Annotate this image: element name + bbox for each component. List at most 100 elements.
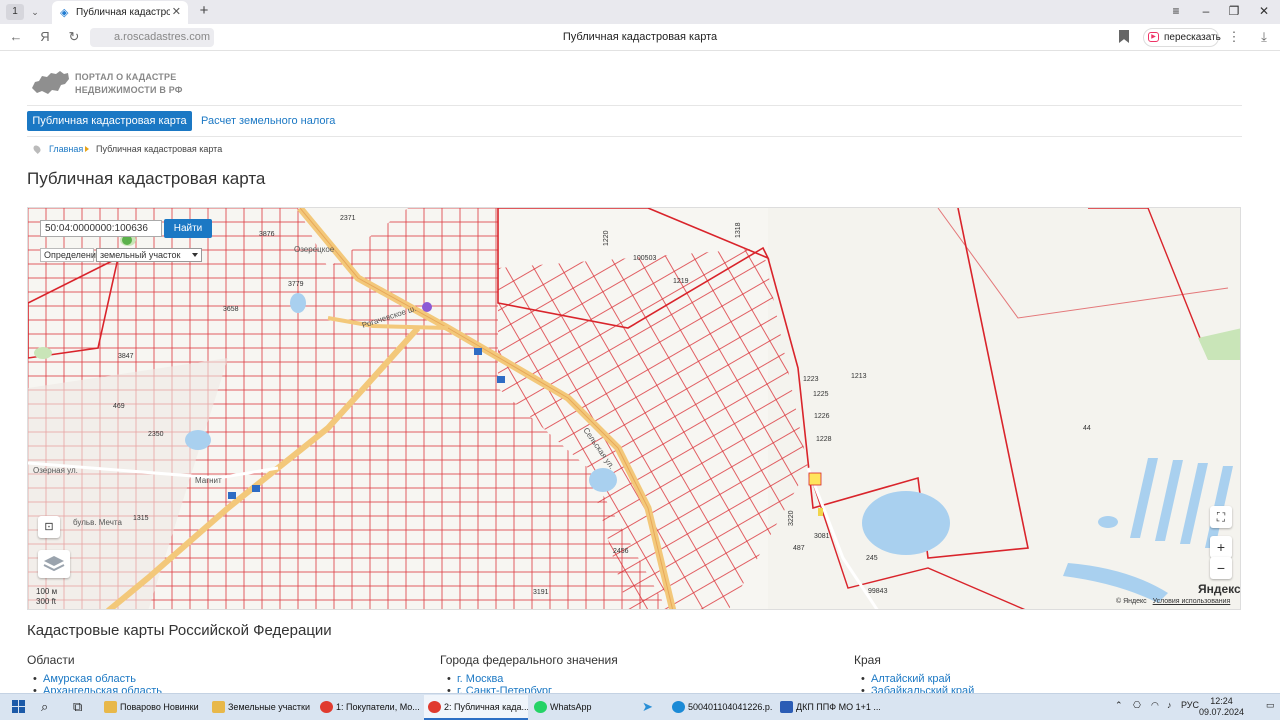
- parcel-label[interactable]: 1225: [813, 391, 829, 398]
- parcel-label[interactable]: 1318: [735, 222, 742, 238]
- taskbar-item-label: 1: Покупатели, Мо...: [336, 702, 420, 712]
- tab-count-badge[interactable]: 1: [6, 4, 24, 20]
- divider: [27, 136, 1242, 137]
- parcel-label[interactable]: 1226: [814, 413, 830, 420]
- zoom-in-button[interactable]: +: [1210, 536, 1232, 558]
- more-icon[interactable]: ⋮: [1226, 29, 1242, 45]
- download-icon[interactable]: ⤓: [1256, 29, 1272, 45]
- page-heading: Публичная кадастровая карта: [27, 169, 266, 188]
- telegram-icon[interactable]: ➤: [642, 699, 653, 715]
- parcel-label[interactable]: 3191: [533, 589, 549, 596]
- search-icon[interactable]: ⌕: [41, 699, 48, 715]
- retell-button[interactable]: пересказать: [1143, 28, 1221, 47]
- taskbar-item-label: Земельные участки: [228, 702, 311, 712]
- keyboard-language[interactable]: РУС: [1181, 700, 1199, 710]
- new-tab-button[interactable]: +: [195, 2, 213, 20]
- minimize-icon[interactable]: –: [1198, 4, 1214, 18]
- parcel-label[interactable]: 2371: [340, 215, 356, 222]
- zoom-out-button[interactable]: −: [1210, 557, 1232, 579]
- terms-link[interactable]: Условия использования: [1153, 598, 1231, 605]
- restore-icon[interactable]: ❐: [1226, 4, 1242, 18]
- map-copyright: © Яндекс Условия использования: [1116, 598, 1230, 605]
- task-view-icon[interactable]: ⧉: [73, 699, 82, 715]
- browser-tab-active[interactable]: ◈ Публичная кадастровая ✕: [52, 1, 188, 24]
- parcel-label[interactable]: 3658: [223, 306, 239, 313]
- wifi-icon[interactable]: ◠: [1151, 700, 1159, 711]
- parcel-label[interactable]: 3081: [814, 533, 830, 540]
- taskbar: ⌕ ⧉ Поварово Новинки Земельные участки 1…: [0, 693, 1280, 720]
- layers-icon: [43, 556, 65, 572]
- bookmark-icon[interactable]: [1119, 30, 1129, 43]
- layers-button[interactable]: [38, 550, 70, 578]
- chevron-up-icon[interactable]: ⌃: [1115, 700, 1123, 711]
- network-icon[interactable]: ⎔: [1133, 700, 1141, 711]
- taskbar-item-whatsapp[interactable]: WhatsApp: [530, 695, 630, 720]
- parcel-label[interactable]: 99843: [868, 588, 888, 595]
- parcel-label[interactable]: 44: [1083, 425, 1091, 432]
- taskbar-item-folder[interactable]: Поварово Новинки: [100, 695, 206, 720]
- cadastral-map[interactable]: 100503 1219 1213 44 99843 2371 3876 1220…: [27, 207, 1241, 610]
- yandex-logo[interactable]: Яндекс: [1198, 582, 1240, 596]
- russia-map-logo-icon[interactable]: [30, 68, 70, 96]
- street-label: бульв. Мечта: [73, 518, 122, 527]
- menu-icon[interactable]: ≡: [1168, 4, 1184, 18]
- clock-date: 09.07.2024: [1199, 707, 1245, 717]
- parcel-label[interactable]: 245: [866, 555, 878, 562]
- ruler-icon[interactable]: ⊡: [38, 516, 60, 538]
- region-link[interactable]: г. Москва: [447, 673, 503, 685]
- parcel-label[interactable]: 469: [113, 403, 125, 410]
- reload-icon[interactable]: ↻: [66, 29, 82, 45]
- parcel-label[interactable]: 2350: [148, 431, 164, 438]
- taskbar-item-browser[interactable]: 1: Покупатели, Мо...: [316, 695, 422, 720]
- breadcrumb-current: Публичная кадастровая карта: [96, 144, 223, 154]
- taskbar-item-browser-active[interactable]: 2: Публичная када...: [424, 695, 528, 720]
- breadcrumb-home-link[interactable]: Главная: [49, 144, 83, 154]
- map-favicon-icon: ◈: [60, 7, 69, 19]
- parcel-label[interactable]: 100503: [633, 255, 656, 262]
- windows-start-icon[interactable]: [12, 700, 26, 714]
- parcel-label[interactable]: 2456: [613, 548, 629, 555]
- nav-tab-land-tax[interactable]: Расчет земельного налога: [201, 115, 335, 127]
- yandex-icon[interactable]: Я: [37, 29, 53, 44]
- find-button[interactable]: Найти: [164, 219, 212, 238]
- notification-icon[interactable]: ▭: [1266, 700, 1275, 711]
- nav-tab-cadastral-map[interactable]: Публичная кадастровая карта: [27, 111, 192, 131]
- column-title-oblasts: Области: [27, 653, 75, 667]
- fullscreen-icon[interactable]: ⛶: [1210, 506, 1232, 528]
- parcel-label[interactable]: 3220: [788, 510, 795, 526]
- tab-title: Публичная кадастровая: [76, 7, 170, 18]
- yandex-browser-icon: [320, 701, 333, 713]
- parcel-label[interactable]: 1219: [673, 278, 689, 285]
- volume-icon[interactable]: ♪: [1167, 700, 1172, 710]
- scale-feet: 300 ft: [36, 597, 57, 606]
- parcel-label[interactable]: 487: [793, 545, 805, 552]
- clock[interactable]: 12:24 09.07.2024: [1199, 696, 1244, 718]
- chevron-down-icon[interactable]: ⌄: [28, 4, 42, 20]
- definition-select[interactable]: земельный участок: [96, 248, 202, 262]
- parcel-label[interactable]: 1223: [803, 376, 819, 383]
- close-window-icon[interactable]: ✕: [1256, 4, 1272, 18]
- taskbar-item-label: WhatsApp: [550, 702, 592, 712]
- url-field[interactable]: a.roscadastres.com: [90, 28, 214, 47]
- region-link[interactable]: Амурская область: [33, 673, 136, 685]
- parcel-label[interactable]: 1220: [603, 230, 610, 246]
- divider: [27, 105, 1242, 106]
- cadastral-number-input[interactable]: 50:04:0000000:100636: [40, 220, 162, 237]
- parcel-label[interactable]: 3876: [259, 231, 275, 238]
- parcel-label[interactable]: 3847: [118, 353, 134, 360]
- street-label: Озерная ул.: [33, 466, 78, 475]
- taskbar-item-pdf[interactable]: 500401104041226.p...: [668, 695, 772, 720]
- parcel-label[interactable]: 3779: [288, 281, 304, 288]
- parcel-label[interactable]: 1315: [133, 515, 149, 522]
- parcel-label[interactable]: 1228: [816, 436, 832, 443]
- portal-logo-text[interactable]: ПОРТАЛ О КАДАСТРЕ НЕДВИЖИМОСТИ В РФ: [75, 71, 183, 97]
- parcel-label[interactable]: 1213: [851, 373, 867, 380]
- map-canvas[interactable]: 100503 1219 1213 44 99843 2371 3876 1220…: [28, 208, 1241, 610]
- back-arrow-icon[interactable]: ←: [8, 29, 24, 44]
- taskbar-item-folder[interactable]: Земельные участки: [208, 695, 314, 720]
- taskbar-item-word[interactable]: ДКП ППФ МО 1+1 ...: [776, 695, 880, 720]
- street-label: Озерецкое: [294, 245, 335, 254]
- region-link[interactable]: Алтайский край: [861, 673, 951, 685]
- location-pin-icon: [32, 144, 42, 154]
- close-tab-icon[interactable]: ✕: [172, 5, 181, 18]
